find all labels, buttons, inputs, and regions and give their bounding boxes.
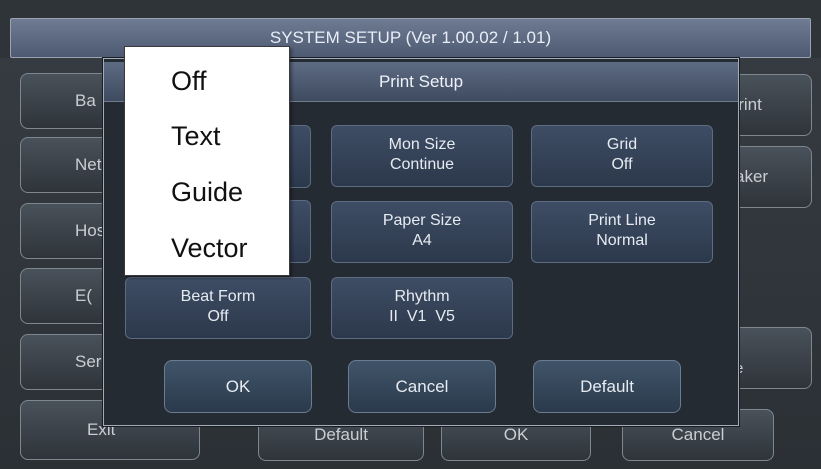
basic-button-label: Ba [75,91,96,110]
dialog-default-label: Default [580,377,634,396]
paper-size-value: A4 [412,232,432,249]
mon-size-label: Mon Size [388,136,456,153]
right-lower-button-line1: t [735,339,811,359]
rhythm-value: II V1 V5 [389,308,455,325]
dialog-ok-button[interactable]: OK [164,360,312,413]
ecg-button-label: E( [75,286,92,305]
menu-option-off[interactable]: Off [171,64,207,98]
option-popup-menu: Off Text Guide Vector [124,46,290,276]
ok-button-bg-label: OK [503,425,529,444]
paper-size-button[interactable]: Paper Size A4 [331,201,513,263]
beat-form-button[interactable]: Beat Form Off [125,277,311,339]
mon-size-value: Continue [389,156,455,173]
grid-label: Grid [606,136,638,153]
dialog-cancel-label: Cancel [395,377,449,396]
dialog-ok-label: OK [225,377,251,396]
hospital-button-label: Hos [75,221,106,240]
network-button-label: Net [75,155,102,174]
print-line-label: Print Line [588,212,656,229]
right-lower-button-line2: e [735,360,744,377]
speaker-button-label: aker [735,167,769,186]
grid-value: Off [611,156,633,173]
beat-form-value: Off [207,308,229,325]
rhythm-button[interactable]: Rhythm II V1 V5 [331,277,513,339]
default-button-bg-label: Default [314,425,368,444]
dialog-title: Print Setup [378,72,464,91]
beat-form-label: Beat Form [180,288,256,305]
print-line-value: Normal [596,232,648,249]
window-title: SYSTEM SETUP (Ver 1.00.02 / 1.01) [269,28,552,47]
print-line-button[interactable]: Print Line Normal [531,201,713,263]
dialog-default-button[interactable]: Default [533,360,681,413]
paper-size-label: Paper Size [382,212,462,229]
grid-button[interactable]: Grid Off [531,125,713,187]
menu-option-guide[interactable]: Guide [171,175,243,209]
print-button-label: 'rint [735,95,762,114]
menu-option-vector[interactable]: Vector [171,231,248,265]
service-button-label: Ser [75,352,102,371]
rhythm-label: Rhythm [394,288,450,305]
mon-size-button[interactable]: Mon Size Continue [331,125,513,187]
menu-option-text[interactable]: Text [171,119,221,153]
cancel-button-bg-label: Cancel [671,425,725,444]
dialog-cancel-button[interactable]: Cancel [348,360,496,413]
